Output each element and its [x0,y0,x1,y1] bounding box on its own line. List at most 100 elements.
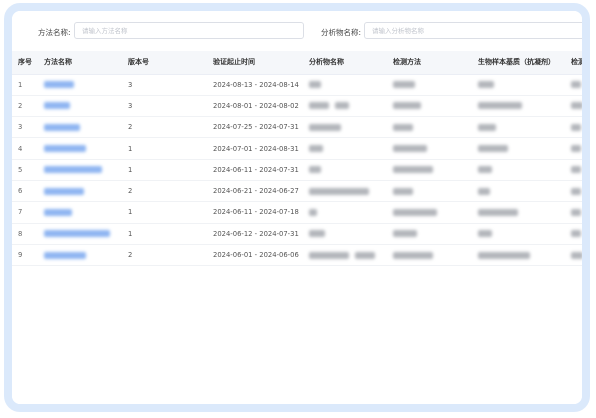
redacted-text [44,230,110,238]
cell-detect-more [565,137,582,160]
cell-seq: 4 [12,137,38,160]
cell-matrix [472,95,565,118]
redacted-text [571,123,581,131]
method-table: 序号 方法名称 版本号 验证起止时间 分析物名称 检测方法 生物样本基质（抗凝剂… [12,51,582,267]
cell-detection-method [387,116,472,139]
cell-analyte [303,116,387,139]
redacted-text [309,208,317,216]
redacted-text [393,102,421,110]
redacted-text [44,166,102,174]
cell-version: 2 [122,244,207,267]
cell-version: 3 [122,74,207,96]
cell-matrix [472,180,565,203]
cell-analyte [303,180,387,203]
redacted-text [571,166,581,174]
cell-version: 1 [122,137,207,160]
redacted-text [393,251,433,259]
redacted-text [478,251,530,259]
redacted-text [393,123,413,131]
cell-period: 2024-08-01 - 2024-08-02 [207,95,303,118]
cell-detect-more [565,201,582,224]
cell-analyte [303,74,387,96]
cell-seq: 9 [12,244,38,267]
cell-version: 1 [122,159,207,181]
cell-detection-method [387,95,472,118]
cell-method-name[interactable] [38,159,122,181]
redacted-text [335,102,349,110]
cell-method-name[interactable] [38,116,122,139]
redacted-text [478,187,490,195]
cell-detect-more [565,116,582,139]
cell-detect-more [565,95,582,118]
redacted-text [478,166,492,174]
cell-matrix [472,74,565,96]
redacted-text [478,208,518,216]
redacted-text [309,230,325,238]
redacted-text [355,251,375,259]
cell-seq: 3 [12,116,38,139]
cell-period: 2024-06-01 - 2024-06-06 [207,244,303,267]
cell-matrix [472,201,565,224]
redacted-text [393,187,413,195]
col-header-method-name: 方法名称 [38,51,122,75]
redacted-text [44,187,84,195]
cell-analyte [303,201,387,224]
redacted-text [44,145,86,153]
analyte-name-input[interactable] [364,22,582,39]
cell-method-name[interactable] [38,201,122,224]
cell-period: 2024-07-01 - 2024-08-31 [207,137,303,160]
cell-seq: 7 [12,201,38,224]
redacted-text [571,102,582,110]
cell-version: 2 [122,180,207,203]
cell-period: 2024-06-11 - 2024-07-18 [207,201,303,224]
table-row[interactable]: 5 1 2024-06-11 - 2024-07-31 [12,159,582,181]
cell-period: 2024-07-25 - 2024-07-31 [207,116,303,139]
table-row[interactable]: 1 3 2024-08-13 - 2024-08-14 [12,74,582,96]
cell-matrix [472,159,565,181]
cell-method-name[interactable] [38,223,122,245]
cell-method-name[interactable] [38,74,122,96]
cell-analyte [303,244,387,267]
table-row[interactable]: 7 1 2024-06-11 - 2024-07-18 [12,201,582,224]
redacted-text [571,230,581,238]
col-header-analyte-name: 分析物名称 [303,51,387,75]
cell-method-name[interactable] [38,180,122,203]
cell-period: 2024-06-12 - 2024-07-31 [207,223,303,245]
cell-method-name[interactable] [38,244,122,267]
cell-detect-more [565,244,582,267]
table-row[interactable]: 8 1 2024-06-12 - 2024-07-31 [12,223,582,245]
redacted-text [571,145,581,153]
cell-seq: 2 [12,95,38,118]
cell-seq: 6 [12,180,38,203]
cell-period: 2024-06-21 - 2024-06-27 [207,180,303,203]
redacted-text [478,230,492,238]
cell-detection-method [387,244,472,267]
table-row[interactable]: 6 2 2024-06-21 - 2024-06-27 [12,180,582,203]
redacted-text [478,81,494,89]
cell-detection-method [387,180,472,203]
cell-version: 2 [122,116,207,139]
method-name-label: 方法名称: [38,28,71,37]
cell-analyte [303,223,387,245]
table-row[interactable]: 3 2 2024-07-25 - 2024-07-31 [12,116,582,139]
redacted-text [309,166,321,174]
cell-method-name[interactable] [38,137,122,160]
method-name-input[interactable] [74,22,304,39]
cell-detection-method [387,137,472,160]
redacted-text [44,208,72,216]
redacted-text [393,145,427,153]
redacted-text [44,81,74,89]
table-row[interactable]: 2 3 2024-08-01 - 2024-08-02 [12,95,582,118]
redacted-text [44,251,86,259]
redacted-text [571,208,581,216]
app-window: 方法名称: 分析物名称: 序号 方法名称 版本号 验证起止时间 分析物名称 检测… [4,3,590,412]
cell-matrix [472,223,565,245]
table-row[interactable]: 4 1 2024-07-01 - 2024-08-31 [12,137,582,160]
content-panel: 方法名称: 分析物名称: 序号 方法名称 版本号 验证起止时间 分析物名称 检测… [12,11,582,404]
redacted-text [309,145,323,153]
cell-analyte [303,95,387,118]
redacted-text [393,230,417,238]
table-row[interactable]: 9 2 2024-06-01 - 2024-06-06 [12,244,582,267]
cell-method-name[interactable] [38,95,122,118]
cell-detect-more [565,223,582,245]
